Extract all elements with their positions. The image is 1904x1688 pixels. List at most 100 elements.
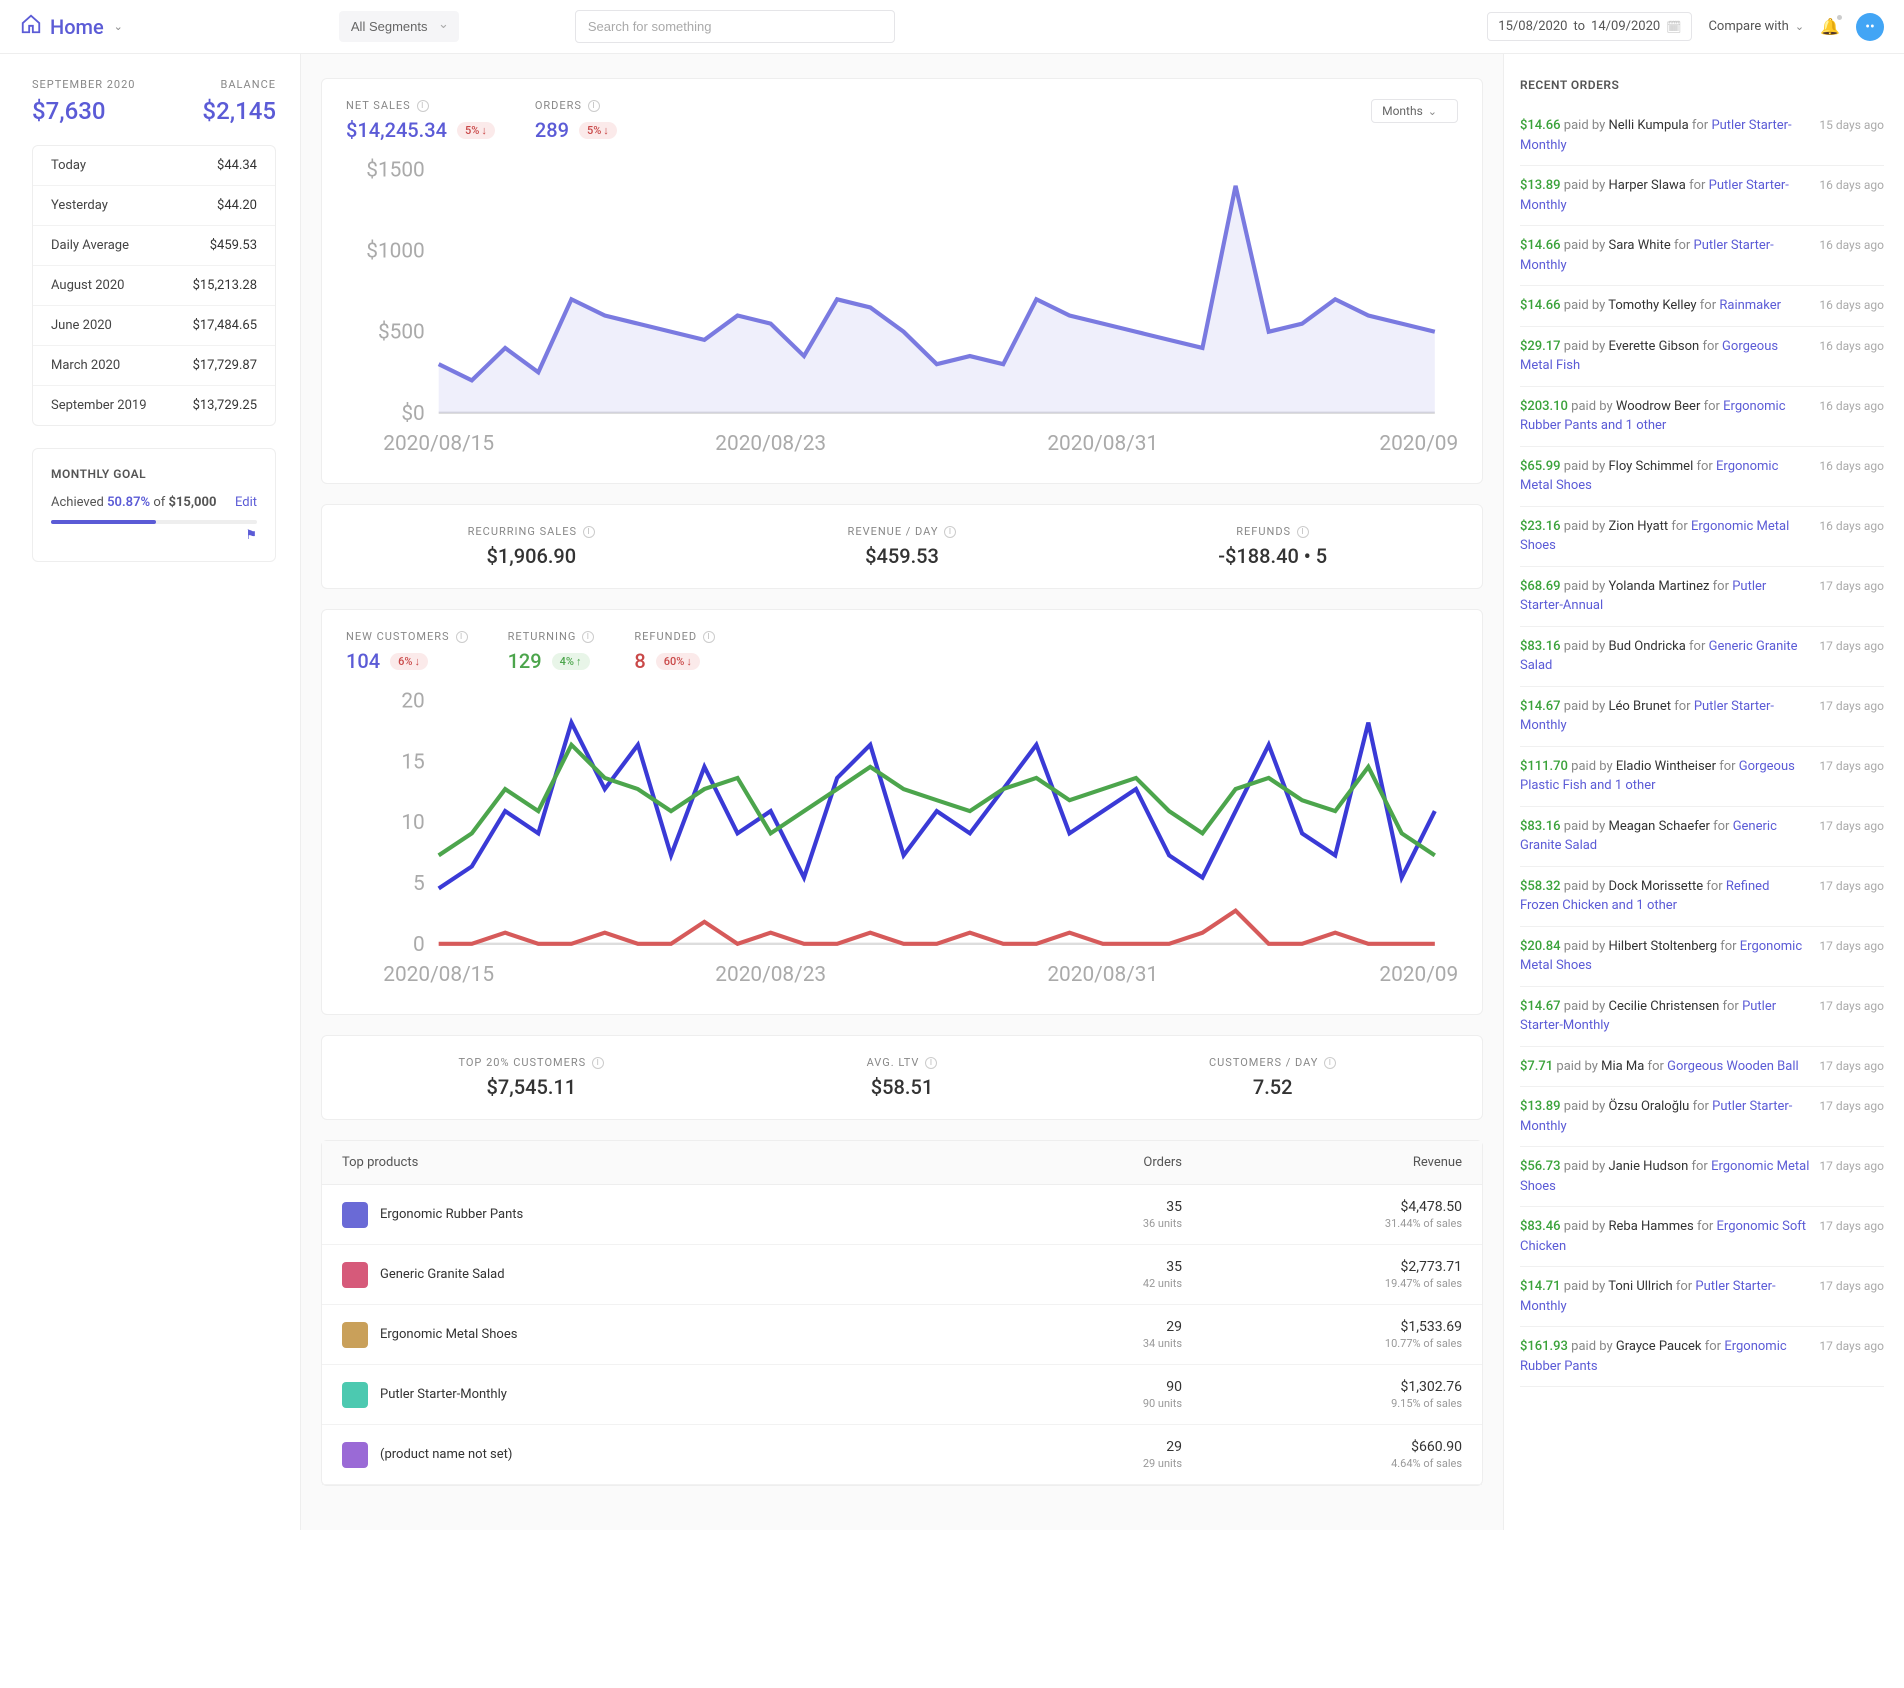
order-row[interactable]: $29.17 paid by Everette Gibson for Gorge… bbox=[1520, 327, 1884, 387]
order-product[interactable]: Rainmaker bbox=[1719, 298, 1781, 313]
period-selector[interactable]: Months ⌄ bbox=[1371, 99, 1458, 123]
order-row[interactable]: $7.71 paid by Mia Ma for Gorgeous Wooden… bbox=[1520, 1047, 1884, 1088]
product-revenue: $4,478.50 bbox=[1182, 1199, 1462, 1215]
compare-dropdown[interactable]: Compare with ⌄ bbox=[1708, 19, 1804, 34]
search-input[interactable] bbox=[575, 10, 895, 43]
product-name: Putler Starter-Monthly bbox=[380, 1387, 507, 1402]
order-time: 16 days ago bbox=[1819, 459, 1884, 473]
product-units: 29 units bbox=[902, 1457, 1182, 1470]
period-row[interactable]: Today$44.34 bbox=[33, 146, 275, 186]
svg-text:$500: $500 bbox=[378, 321, 425, 345]
period-label: Daily Average bbox=[51, 238, 129, 253]
info-icon[interactable]: i bbox=[1297, 526, 1309, 538]
net-sales-trend-badge: 5% ↓ bbox=[457, 122, 495, 139]
product-units: 36 units bbox=[902, 1217, 1182, 1230]
period-row[interactable]: August 2020$15,213.28 bbox=[33, 266, 275, 306]
order-row[interactable]: $65.99 paid by Floy Schimmel for Ergonom… bbox=[1520, 447, 1884, 507]
svg-text:$1000: $1000 bbox=[366, 240, 425, 264]
segments-select[interactable]: All Segments bbox=[339, 11, 459, 42]
order-row[interactable]: $56.73 paid by Janie Hudson for Ergonomi… bbox=[1520, 1147, 1884, 1207]
order-time: 17 days ago bbox=[1819, 1059, 1884, 1073]
product-name: Ergonomic Rubber Pants bbox=[380, 1207, 523, 1222]
product-row[interactable]: Ergonomic Rubber Pants3536 units$4,478.5… bbox=[322, 1185, 1482, 1245]
info-icon[interactable]: i bbox=[583, 526, 595, 538]
order-row[interactable]: $83.16 paid by Bud Ondricka for Generic … bbox=[1520, 627, 1884, 687]
monthly-goal-card: MONTHLY GOAL Achieved 50.87% of $15,000 … bbox=[32, 448, 276, 562]
order-row[interactable]: $13.89 paid by Özsu Oraloğlu for Putler … bbox=[1520, 1087, 1884, 1147]
period-row[interactable]: September 2019$13,729.25 bbox=[33, 386, 275, 425]
order-customer: Grayce Paucek bbox=[1616, 1339, 1702, 1354]
info-icon[interactable]: i bbox=[592, 1057, 604, 1069]
order-row[interactable]: $203.10 paid by Woodrow Beer for Ergonom… bbox=[1520, 387, 1884, 447]
period-row[interactable]: June 2020$17,484.65 bbox=[33, 306, 275, 346]
order-row[interactable]: $14.66 paid by Tomothy Kelley for Rainma… bbox=[1520, 286, 1884, 327]
orders-label: ORDERS bbox=[535, 99, 582, 112]
info-icon[interactable]: i bbox=[925, 1057, 937, 1069]
net-sales-label: NET SALES bbox=[346, 99, 411, 112]
info-icon[interactable]: i bbox=[582, 631, 594, 643]
order-row[interactable]: $83.46 paid by Reba Hammes for Ergonomic… bbox=[1520, 1207, 1884, 1267]
info-icon[interactable]: i bbox=[417, 100, 429, 112]
date-range-picker[interactable]: 15/08/2020 to 14/09/2020 🗓 bbox=[1487, 12, 1692, 41]
product-row[interactable]: Generic Granite Salad3542 units$2,773.71… bbox=[322, 1245, 1482, 1305]
period-row[interactable]: Daily Average $459.53 bbox=[33, 226, 275, 266]
info-icon[interactable]: i bbox=[456, 631, 468, 643]
order-row[interactable]: $13.89 paid by Harper Slawa for Putler S… bbox=[1520, 166, 1884, 226]
recent-orders-title: RECENT ORDERS bbox=[1520, 78, 1884, 92]
order-product[interactable]: Gorgeous Wooden Ball bbox=[1667, 1059, 1799, 1074]
info-icon[interactable]: i bbox=[588, 100, 600, 112]
order-time: 17 days ago bbox=[1819, 939, 1884, 953]
info-icon[interactable]: i bbox=[703, 631, 715, 643]
product-row[interactable]: (product name not set)2929 units$660.904… bbox=[322, 1425, 1482, 1485]
order-time: 17 days ago bbox=[1819, 639, 1884, 653]
top-products-card: Top products Orders Revenue Ergonomic Ru… bbox=[321, 1140, 1483, 1486]
order-row[interactable]: $111.70 paid by Eladio Wintheiser for Go… bbox=[1520, 747, 1884, 807]
revday-value: $459.53 bbox=[717, 544, 1088, 568]
order-row[interactable]: $14.71 paid by Toni Ullrich for Putler S… bbox=[1520, 1267, 1884, 1327]
order-row[interactable]: $14.67 paid by Cecilie Christensen for P… bbox=[1520, 987, 1884, 1047]
order-row[interactable]: $23.16 paid by Zion Hyatt for Ergonomic … bbox=[1520, 507, 1884, 567]
product-row[interactable]: Ergonomic Metal Shoes2934 units$1,533.69… bbox=[322, 1305, 1482, 1365]
period-value: $459.53 bbox=[210, 238, 257, 253]
date-from: 15/08/2020 bbox=[1498, 19, 1567, 34]
refunded-value: 8 bbox=[634, 649, 645, 673]
order-row[interactable]: $14.67 paid by Léo Brunet for Putler Sta… bbox=[1520, 687, 1884, 747]
order-row[interactable]: $58.32 paid by Dock Morissette for Refin… bbox=[1520, 867, 1884, 927]
home-link[interactable]: Home ⌄ bbox=[20, 13, 123, 40]
period-row[interactable]: March 2020$17,729.87 bbox=[33, 346, 275, 386]
product-orders: 35 bbox=[902, 1259, 1182, 1275]
info-icon[interactable]: i bbox=[1324, 1057, 1336, 1069]
order-row[interactable]: $14.66 paid by Nelli Kumpula for Putler … bbox=[1520, 106, 1884, 166]
order-row[interactable]: $68.69 paid by Yolanda Martinez for Putl… bbox=[1520, 567, 1884, 627]
info-icon[interactable]: i bbox=[944, 526, 956, 538]
order-row[interactable]: $20.84 paid by Hilbert Stoltenberg for E… bbox=[1520, 927, 1884, 987]
order-row[interactable]: $14.66 paid by Sara White for Putler Sta… bbox=[1520, 226, 1884, 286]
order-row[interactable]: $83.16 paid by Meagan Schaefer for Gener… bbox=[1520, 807, 1884, 867]
returning-value: 129 bbox=[508, 649, 542, 673]
returning-badge: 4% ↑ bbox=[552, 653, 590, 670]
order-customer: Özsu Oraloğlu bbox=[1608, 1099, 1689, 1114]
date-to-label: to bbox=[1573, 19, 1585, 34]
period-label: Today bbox=[51, 158, 86, 173]
orders-value: 289 bbox=[535, 118, 569, 142]
order-time: 17 days ago bbox=[1819, 1159, 1884, 1173]
chevron-down-icon: ⌄ bbox=[1428, 105, 1437, 118]
order-time: 17 days ago bbox=[1819, 579, 1884, 593]
product-share: 19.47% of sales bbox=[1182, 1277, 1462, 1290]
order-customer: Woodrow Beer bbox=[1616, 399, 1700, 414]
period-label: September 2019 bbox=[51, 398, 147, 413]
period-row[interactable]: Yesterday$44.20 bbox=[33, 186, 275, 226]
product-row[interactable]: Putler Starter-Monthly9090 units$1,302.7… bbox=[322, 1365, 1482, 1425]
notifications-button[interactable]: 🔔 bbox=[1820, 17, 1840, 36]
avgltv-value: $58.51 bbox=[717, 1075, 1088, 1099]
order-customer: Meagan Schaefer bbox=[1608, 819, 1709, 834]
avatar[interactable]: •• bbox=[1856, 13, 1884, 41]
recurring-label: RECURRING SALES bbox=[468, 525, 577, 538]
order-customer: Toni Ullrich bbox=[1608, 1279, 1672, 1294]
order-customer: Léo Brunet bbox=[1608, 699, 1671, 714]
order-amount: $14.67 bbox=[1520, 699, 1561, 714]
order-row[interactable]: $161.93 paid by Grayce Paucek for Ergono… bbox=[1520, 1327, 1884, 1387]
product-icon bbox=[342, 1382, 368, 1408]
goal-edit-link[interactable]: Edit bbox=[235, 495, 257, 510]
order-time: 16 days ago bbox=[1819, 178, 1884, 192]
